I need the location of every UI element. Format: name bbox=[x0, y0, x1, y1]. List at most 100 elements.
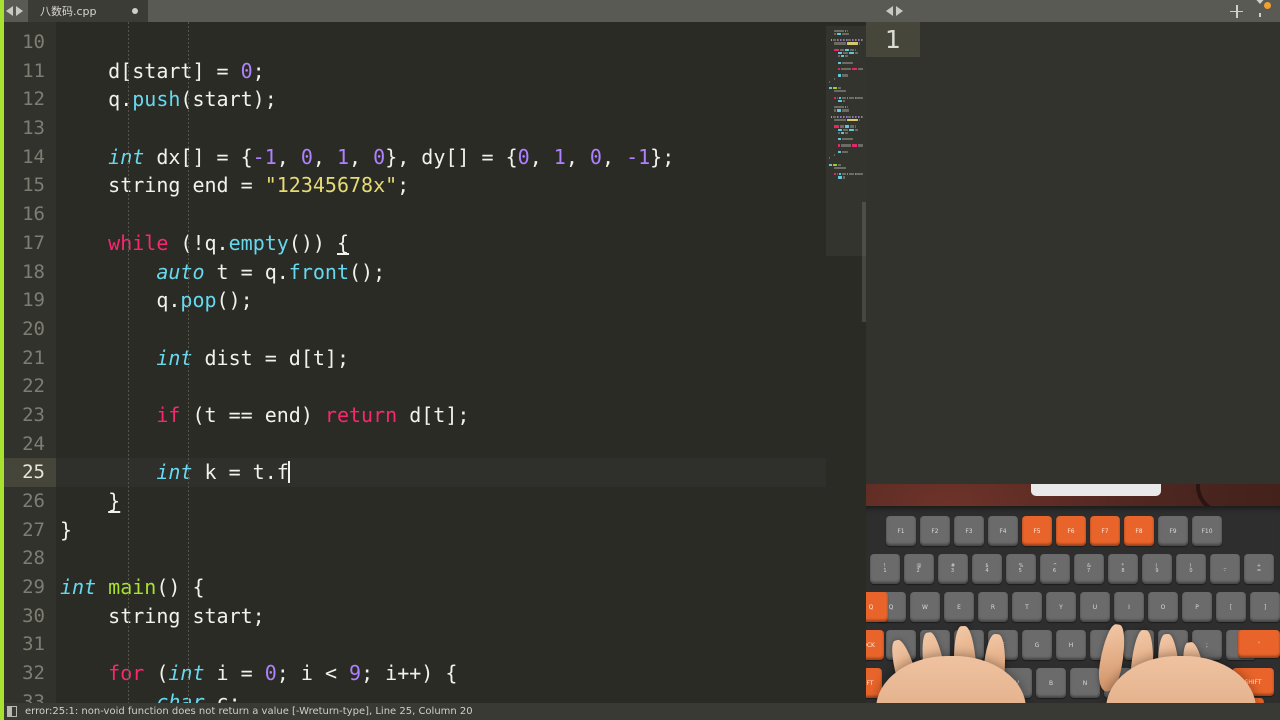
code-line[interactable] bbox=[56, 200, 866, 229]
keyboard-key: $4 bbox=[972, 554, 1002, 584]
code-line[interactable]: while (!q.empty()) { bbox=[56, 229, 866, 258]
code-token: , bbox=[529, 144, 554, 169]
keyboard-key: T bbox=[1012, 592, 1042, 622]
minimap-token bbox=[839, 48, 844, 51]
code-token: t = q. bbox=[204, 259, 289, 284]
code-token: ; i < bbox=[276, 661, 350, 686]
code-line[interactable]: } bbox=[56, 516, 866, 545]
code-token: d[t]; bbox=[397, 402, 470, 427]
code-line[interactable]: int k = t.f bbox=[56, 458, 866, 487]
code-token: 1 bbox=[553, 144, 566, 169]
code-token: push bbox=[132, 87, 181, 112]
code-line[interactable]: } bbox=[56, 487, 866, 516]
minimap-token bbox=[840, 144, 851, 147]
minimap-token bbox=[855, 52, 859, 55]
minimap-token bbox=[851, 67, 858, 71]
code-token: (); bbox=[216, 288, 253, 313]
code-token: front bbox=[288, 259, 350, 284]
minimap-token bbox=[834, 109, 836, 112]
arrow-left-icon[interactable] bbox=[886, 6, 893, 16]
minimap-token bbox=[836, 32, 841, 36]
minimap-token bbox=[855, 48, 857, 51]
keyboard-key: N bbox=[1070, 668, 1100, 698]
code-token: 9 bbox=[349, 661, 362, 686]
code-token: , bbox=[276, 144, 301, 169]
code-line[interactable] bbox=[56, 630, 866, 659]
panel-icon[interactable] bbox=[7, 706, 17, 717]
code-line[interactable]: int dist = d[t]; bbox=[56, 344, 866, 373]
keyboard-key: F1 bbox=[886, 516, 916, 546]
code-line[interactable]: q.push(start); bbox=[56, 85, 866, 114]
minimap-token bbox=[834, 32, 836, 36]
text-cursor bbox=[287, 461, 290, 484]
filter-icon[interactable] bbox=[1253, 0, 1271, 23]
code-line[interactable] bbox=[56, 315, 866, 344]
code-line[interactable] bbox=[56, 28, 866, 57]
code-editor[interactable]: 10 11 12 13 14 15 16 17 18 19 20 21 22 23 24 25 26 27 28 29… bbox=[0, 22, 866, 703]
code-line[interactable]: if (t == end) return d[t]; bbox=[56, 401, 866, 430]
right-pane-tab-nav[interactable] bbox=[880, 6, 908, 16]
keyboard-key: @2 bbox=[904, 554, 934, 584]
arrow-left-icon[interactable] bbox=[6, 6, 13, 16]
code-line[interactable]: int main() { bbox=[56, 573, 866, 602]
minimap-token bbox=[836, 115, 838, 118]
code-line[interactable]: q.pop(); bbox=[56, 286, 866, 315]
code-token: , bbox=[601, 144, 627, 169]
code-token: { bbox=[337, 230, 350, 255]
line-number: 25 bbox=[0, 458, 56, 487]
status-bar: error:25:1: non-void function does not r… bbox=[0, 703, 1280, 720]
minimap-token bbox=[854, 173, 856, 176]
code-line[interactable]: string start; bbox=[56, 602, 866, 631]
code-line[interactable] bbox=[56, 114, 866, 143]
minimap-token bbox=[838, 61, 841, 64]
line-number: 29 bbox=[22, 576, 45, 599]
line-number: 16 bbox=[22, 203, 45, 226]
code-content[interactable]: d[start] = 0; q.push(start); int dx[] = … bbox=[56, 22, 866, 703]
code-token: ; i++) { bbox=[361, 661, 458, 686]
keyboard-key: ] bbox=[1250, 592, 1280, 622]
arrow-right-icon[interactable] bbox=[896, 6, 903, 16]
code-line[interactable]: char c; bbox=[56, 688, 866, 703]
code-line[interactable]: string end = "12345678x"; bbox=[56, 171, 866, 200]
code-token: return bbox=[324, 402, 398, 427]
minimap-token bbox=[834, 154, 835, 157]
code-line[interactable] bbox=[56, 372, 866, 401]
filter-badge-dot bbox=[1264, 2, 1271, 9]
minimap-token bbox=[834, 166, 847, 169]
editor-window: 八数码.cpp 10 11 12 13 14 15 16 17 18 19 20 21 22 2 bbox=[0, 0, 1280, 720]
code-token: q. bbox=[60, 87, 133, 112]
line-number: 33 bbox=[22, 690, 45, 703]
code-token: int bbox=[108, 144, 145, 169]
code-line[interactable]: auto t = q.front(); bbox=[56, 258, 866, 287]
keyboard-key: P bbox=[1182, 592, 1212, 622]
right-panel-tab-label: 1 bbox=[885, 25, 901, 54]
minimap-token bbox=[856, 115, 857, 118]
minimap-token bbox=[837, 144, 840, 147]
code-line[interactable] bbox=[56, 544, 866, 573]
code-minimap[interactable] bbox=[826, 22, 866, 703]
right-panel-tab-1[interactable]: 1 bbox=[866, 22, 920, 57]
add-panel-icon[interactable] bbox=[1230, 4, 1243, 18]
editor-tab-nav[interactable] bbox=[0, 0, 28, 22]
keyboard-key-accent: ' bbox=[1238, 630, 1280, 658]
minimap-token bbox=[838, 99, 842, 102]
code-token: } bbox=[60, 517, 73, 542]
code-line[interactable]: d[start] = 0; bbox=[56, 57, 866, 86]
line-number: 27 bbox=[22, 518, 45, 541]
code-line[interactable] bbox=[56, 430, 866, 459]
minimap-token bbox=[847, 42, 858, 45]
editor-tab-file[interactable]: 八数码.cpp bbox=[28, 0, 148, 22]
monitor-stand bbox=[1031, 484, 1161, 496]
code-token: char bbox=[156, 689, 205, 703]
code-line[interactable]: for (int i = 0; i < 9; i++) { bbox=[56, 659, 866, 688]
minimap-token bbox=[842, 173, 846, 176]
code-token: auto bbox=[156, 259, 205, 284]
code-line[interactable]: int dx[] = {-1, 0, 1, 0}, dy[] = {0, 1, … bbox=[56, 143, 866, 172]
keyboard-key: U bbox=[1080, 592, 1110, 622]
arrow-right-icon[interactable] bbox=[16, 6, 23, 16]
keyboard-key: F6 bbox=[1056, 516, 1086, 546]
